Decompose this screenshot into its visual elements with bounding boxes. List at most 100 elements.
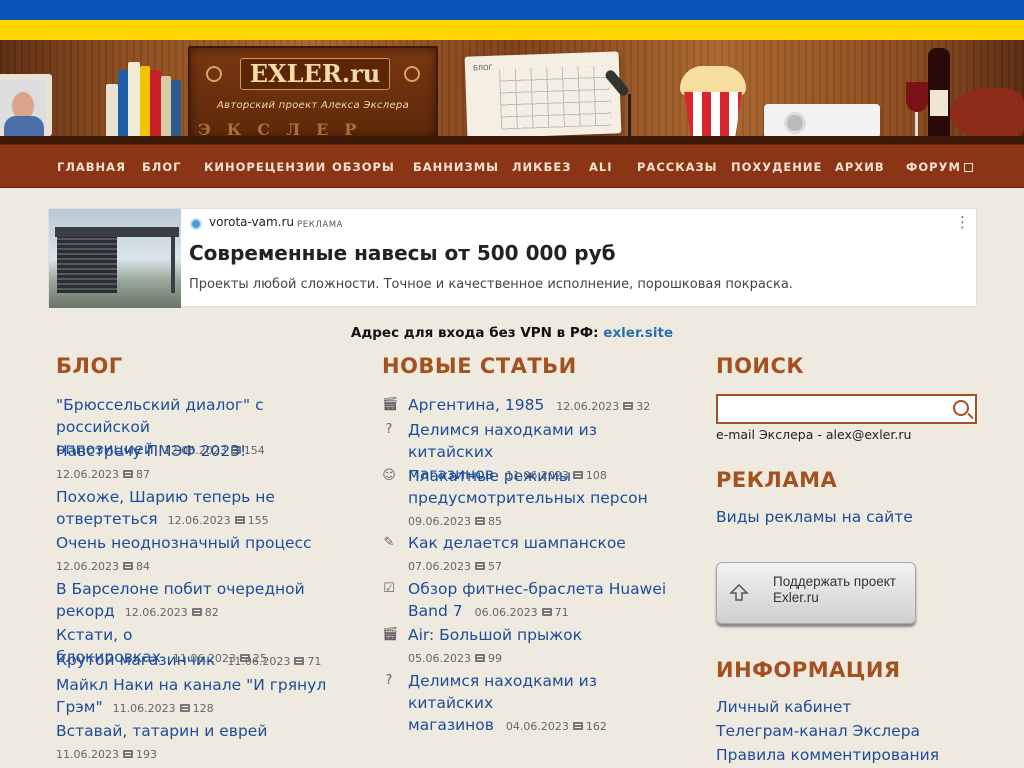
- comment-count[interactable]: 71: [555, 606, 569, 619]
- ad-label: РЕКЛАМА: [297, 220, 344, 230]
- post-link[interactable]: Вставай, татарин и еврей: [56, 722, 267, 740]
- comment-count[interactable]: 32: [636, 400, 650, 413]
- list-item: Аргентина, 1985 12.06.2023 32: [408, 394, 678, 417]
- comment-count[interactable]: 84: [136, 560, 150, 573]
- nav-item-main[interactable]: ГЛАВНАЯ: [57, 145, 126, 189]
- list-item: Очень неоднозначный процесс 12.06.2023 84: [56, 532, 346, 577]
- post-link[interactable]: Очень неоднозначный процесс: [56, 534, 312, 552]
- projector-decoration: [764, 104, 880, 138]
- comment-icon: [541, 608, 552, 616]
- info-link-cabinet[interactable]: Личный кабинет: [716, 698, 851, 716]
- pencil-icon: ✎: [383, 535, 395, 550]
- support-button[interactable]: Поддержать проект Exler.ru: [716, 562, 916, 624]
- shelf: [0, 136, 1024, 144]
- list-item: Обзор фитнес-браслета Huawei Band 7 06.06…: [408, 578, 668, 623]
- post-date: 11.06.2023: [112, 702, 176, 715]
- nav-item-forum[interactable]: ФОРУМ: [906, 145, 973, 189]
- blog-heading: БЛОГ: [56, 354, 123, 378]
- book-decoration: [106, 84, 118, 136]
- comment-icon: [191, 608, 202, 616]
- comment-count[interactable]: 85: [488, 515, 502, 528]
- site-logo[interactable]: EXLER.ru Авторский проект Алекса Экслера…: [188, 46, 438, 140]
- list-item: Air: Большой прыжок 05.06.2023 99: [408, 624, 678, 669]
- book-decoration: [140, 66, 150, 136]
- comment-icon: [122, 750, 133, 758]
- vpn-link[interactable]: exler.site: [603, 325, 673, 341]
- more-vertical-icon[interactable]: ⋮: [955, 215, 970, 230]
- question-icon: ?: [385, 422, 393, 437]
- post-date: 09.06.2023: [408, 515, 471, 528]
- post-link[interactable]: Навстречу ПМЭФ 2023!: [56, 442, 246, 460]
- main-nav: ГЛАВНАЯ БЛОГ КИНОРЕЦЕНЗИИ ОБЗОРЫ БАННИЗМ…: [0, 144, 1024, 188]
- film-icon: 🎬︎: [382, 397, 399, 412]
- ads-link[interactable]: Виды рекламы на сайте: [716, 508, 913, 526]
- nav-item-stories[interactable]: РАССКАЗЫ: [637, 145, 718, 189]
- ring-ornament: [206, 66, 222, 82]
- nav-item-likbez[interactable]: ЛИКБЕЗ: [512, 145, 571, 189]
- ad-image[interactable]: [49, 209, 181, 308]
- ads-heading: РЕКЛАМА: [716, 468, 838, 492]
- post-date: 06.06.2023: [474, 606, 538, 619]
- nav-item-bannizmy[interactable]: БАННИЗМЫ: [413, 145, 499, 189]
- comment-icon: [623, 402, 634, 410]
- nav-item-blog[interactable]: БЛОГ: [142, 145, 181, 189]
- ad-domain[interactable]: vorota-vam.ru: [209, 215, 294, 229]
- film-icon: 🎬︎: [382, 627, 399, 642]
- comment-count[interactable]: 99: [488, 652, 502, 665]
- post-meta: 11.06.2023 128: [113, 702, 214, 715]
- calendar-decoration: БЛОГ: [464, 51, 622, 139]
- post-meta: 11.06.2023 71: [227, 655, 321, 668]
- comment-count[interactable]: 162: [586, 720, 607, 733]
- post-date: 12.06.2023: [56, 560, 119, 573]
- comment-count[interactable]: 87: [136, 468, 150, 481]
- comment-count[interactable]: 155: [248, 514, 269, 527]
- article-link[interactable]: Как делается шампанское: [408, 534, 626, 552]
- list-item: Плакатные режимы предусмотрительных перс…: [408, 465, 658, 532]
- post-meta: 12.06.2023 82: [125, 606, 219, 619]
- search-icon[interactable]: [953, 400, 969, 416]
- arrow-up-icon: [729, 583, 749, 601]
- ring-ornament: [404, 66, 420, 82]
- smile-icon: ☺: [382, 468, 396, 483]
- author-photo: [0, 74, 52, 136]
- post-date: 12.06.2023: [124, 606, 188, 619]
- nav-item-obzory[interactable]: ОБЗОРЫ: [332, 145, 395, 189]
- wine-glass-stem: [915, 112, 918, 136]
- question-icon: ?: [385, 673, 393, 688]
- article-link[interactable]: Аргентина, 1985: [408, 396, 544, 414]
- nav-item-archive[interactable]: АРХИВ: [835, 145, 885, 189]
- comment-icon: [294, 657, 305, 665]
- info-link-telegram[interactable]: Телеграм-канал Экслера: [716, 722, 920, 740]
- post-meta: 11.06.2023 193: [56, 748, 157, 761]
- info-link-rules[interactable]: Правила комментирования: [716, 746, 939, 764]
- nav-item-ali[interactable]: ALI: [589, 145, 613, 189]
- search-input[interactable]: [716, 394, 977, 424]
- book-decoration: [171, 80, 181, 136]
- comment-icon: [122, 470, 133, 478]
- book-decoration: [118, 70, 128, 136]
- popcorn-bucket: [684, 92, 742, 138]
- flag-yellow-stripe: [0, 20, 1024, 40]
- ad-title[interactable]: Современные навесы от 500 000 руб: [189, 241, 616, 265]
- nav-item-diet[interactable]: ПОХУДЕНИЕ: [731, 145, 822, 189]
- nav-item-reviews[interactable]: КИНОРЕЦЕНЗИИ: [204, 145, 326, 189]
- list-item: Как делается шампанское 07.06.2023 57: [408, 532, 678, 577]
- article-link[interactable]: Плакатные режимы предусмотрительных перс…: [408, 467, 648, 507]
- post-meta: 12.06.2023 84: [56, 560, 150, 573]
- post-date: 05.06.2023: [408, 652, 471, 665]
- book-decoration: [150, 70, 161, 136]
- list-item: Делимся находками из китайских магазинов…: [408, 670, 678, 737]
- article-link[interactable]: Air: Большой прыжок: [408, 626, 582, 644]
- ad-banner[interactable]: vorota-vam.ru РЕКЛАМА ⋮ Современные наве…: [48, 208, 977, 308]
- post-date: 04.06.2023: [505, 720, 569, 733]
- flag-blue-stripe: [0, 0, 1024, 20]
- comment-count[interactable]: 128: [193, 702, 214, 715]
- comment-count[interactable]: 57: [488, 560, 502, 573]
- comment-count[interactable]: 82: [205, 606, 219, 619]
- comment-count[interactable]: 71: [307, 655, 321, 668]
- comment-count[interactable]: 193: [136, 748, 157, 761]
- post-link[interactable]: Крутой магазинчик: [56, 651, 215, 669]
- external-link-icon: [963, 163, 973, 172]
- ad-domain-icon: [190, 218, 202, 230]
- list-item: Похоже, Шарию теперь не отвертеться 12.06…: [56, 486, 276, 531]
